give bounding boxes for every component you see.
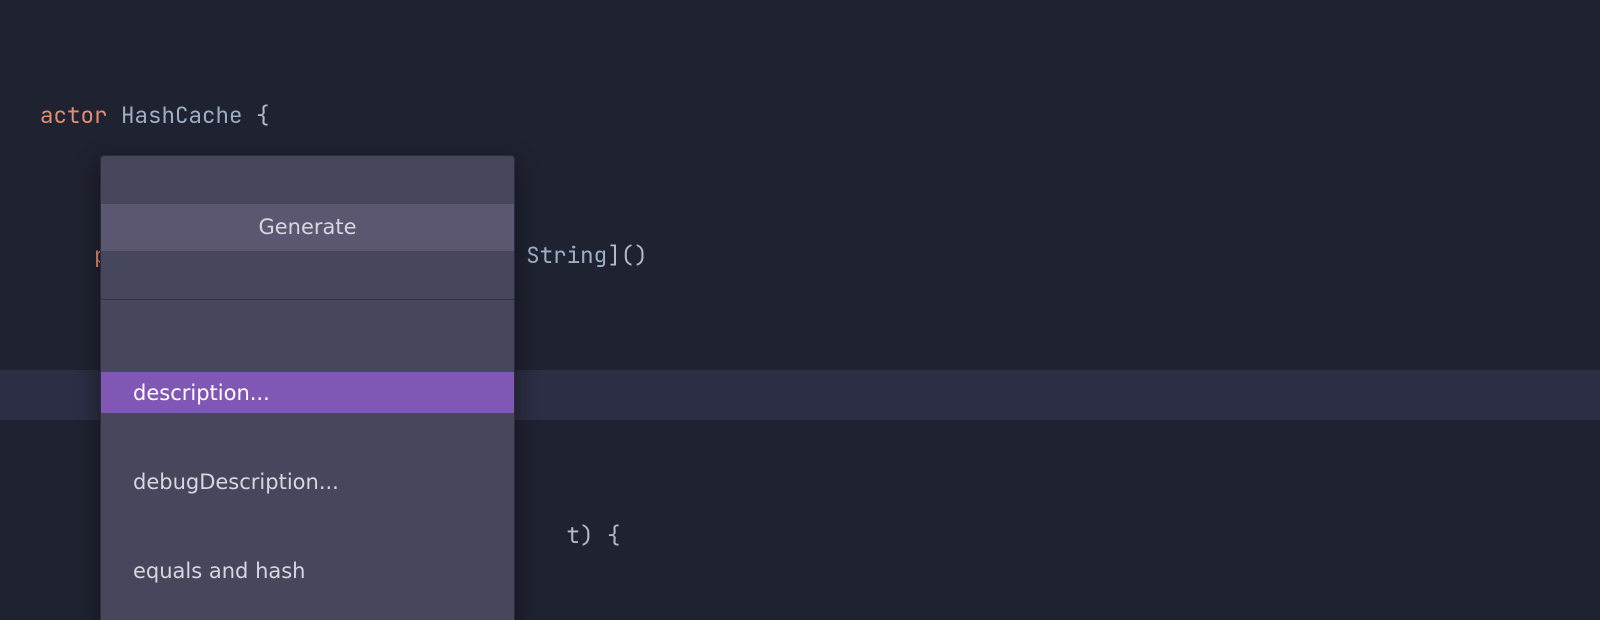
code-editor[interactable]: actor HashCache { private(set) var hashe… bbox=[0, 0, 1600, 620]
popup-divider bbox=[101, 299, 514, 300]
menu-item-label: equals and hash bbox=[133, 559, 490, 583]
popup-title: Generate bbox=[101, 204, 514, 251]
menu-item-debug-description[interactable]: debugDescription... bbox=[101, 461, 514, 502]
generate-popup: Generate description... debugDescription… bbox=[100, 155, 515, 620]
brace: { bbox=[243, 100, 270, 130]
type-name: HashCache bbox=[121, 100, 243, 130]
menu-item-equals-hash[interactable]: equals and hash bbox=[101, 550, 514, 591]
code-line: actor HashCache { bbox=[0, 90, 1600, 140]
menu-item-label: description... bbox=[133, 381, 490, 405]
keyword-actor: actor bbox=[40, 100, 108, 130]
menu-item-label: debugDescription... bbox=[133, 470, 490, 494]
menu-item-description[interactable]: description... bbox=[101, 372, 514, 413]
